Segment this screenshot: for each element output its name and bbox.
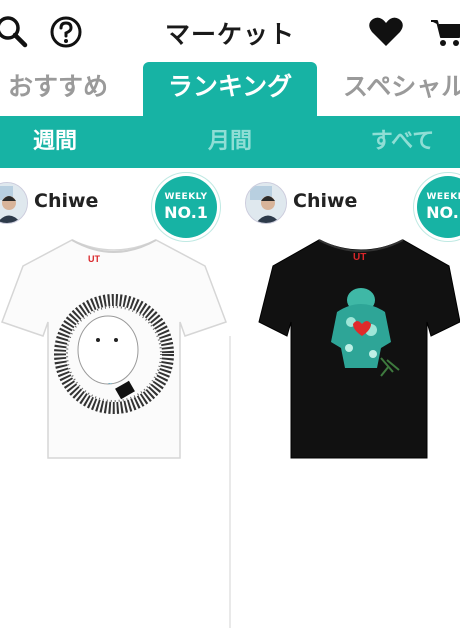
tab-all[interactable]: すべて xyxy=(345,116,460,168)
tab-special[interactable]: スペシャル xyxy=(343,62,460,116)
badge-rank: NO.2 xyxy=(426,203,460,222)
tab-recommended[interactable]: おすすめ xyxy=(8,62,108,116)
tab-ranking[interactable]: ランキング xyxy=(143,62,317,117)
tab-monthly[interactable]: 月間 xyxy=(170,116,290,168)
product-card[interactable]: Chiwe WEEKLY NO.2 UT xyxy=(231,168,460,460)
badge-rank: NO.1 xyxy=(164,203,208,222)
product-grid: Chiwe WEEKLY NO.1 UT ~ Chiwe WEEK NO. UT xyxy=(0,168,460,628)
category-tabs: おすすめ ランキング スペシャル xyxy=(0,62,460,117)
product-image[interactable]: UT xyxy=(231,230,460,460)
badge-weekly-label: WEEKLY xyxy=(164,192,208,202)
product-card[interactable]: Chiwe WEEKLY NO.1 UT ~ xyxy=(0,168,229,460)
product-image[interactable]: UT ~ xyxy=(0,230,229,460)
rank-badge: WEEKLY NO.2 xyxy=(417,176,460,238)
heart-icon[interactable] xyxy=(368,14,404,50)
rank-badge: WEEKLY NO.1 xyxy=(155,176,217,238)
top-bar: マーケット xyxy=(0,0,460,62)
avatar[interactable] xyxy=(0,182,28,224)
seller-name[interactable]: Chiwe xyxy=(34,190,98,212)
cart-icon[interactable] xyxy=(428,14,460,50)
seller-name[interactable]: Chiwe xyxy=(293,190,357,212)
artwork-signature: ~ xyxy=(108,381,112,388)
ut-logo: UT xyxy=(88,254,100,264)
ut-logo: UT xyxy=(353,252,366,263)
tab-weekly[interactable]: 週間 xyxy=(0,116,110,168)
avatar[interactable] xyxy=(245,182,287,224)
period-tabs: 週間 月間 すべて xyxy=(0,116,460,168)
badge-weekly-label: WEEKLY xyxy=(426,192,460,202)
